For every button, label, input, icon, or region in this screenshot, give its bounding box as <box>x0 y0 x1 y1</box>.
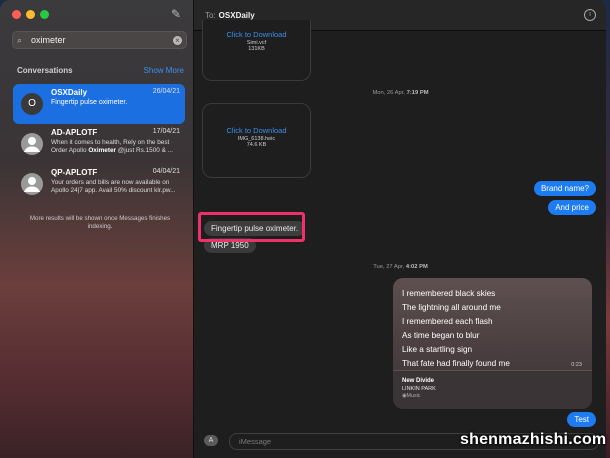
conversation-preview: Fingertip pulse oximeter. <box>51 99 128 106</box>
to-label: To: <box>205 11 216 20</box>
lyric-line: I remembered black skies <box>402 289 496 298</box>
lyric-line: I remembered each flash <box>402 317 493 326</box>
messages-window: ✎ ⌕ oximeter × Conversations Show More O… <box>0 0 606 458</box>
search-input[interactable]: oximeter <box>29 35 173 45</box>
search-icon: ⌕ <box>17 34 23 45</box>
lyric-line: That fate had finally found me <box>402 359 510 368</box>
conversation-name: QP-APLOTF <box>51 168 98 177</box>
music-card[interactable]: I remembered black skies The lightning a… <box>393 278 592 409</box>
attachment-size: 74.6 KB <box>246 142 267 148</box>
conversation-preview: When it comes to health, Rely on the bes… <box>51 139 179 155</box>
recipient-line: To: OSXDaily <box>205 11 255 20</box>
conversation-date: 04/04/21 <box>152 168 180 175</box>
person-icon <box>21 133 43 155</box>
window-controls <box>12 10 49 19</box>
timestamp-time: 7:19 PM <box>406 90 429 96</box>
attachment-vcf[interactable]: Click to Download Simi.vcf 131KB <box>202 20 311 81</box>
preview-text: @just Rs.1500 & ... <box>116 147 173 154</box>
timestamp: Tue, 27 Apr, 4:02 PM <box>194 264 606 270</box>
music-service: ◉Music <box>402 393 420 399</box>
song-title: New Divide <box>402 378 435 384</box>
lyric-line: The lightning all around me <box>402 303 501 312</box>
conversation-item-ad-aplotf[interactable]: AD-APLOTF 17/04/21 When it comes to heal… <box>13 124 185 164</box>
conversation-name: AD-APLOTF <box>51 128 98 137</box>
conversation-item-qp-aplotf[interactable]: QP-APLOTF 04/04/21 Your orders and bills… <box>13 164 185 204</box>
person-icon <box>21 173 43 195</box>
conversation-date: 26/04/21 <box>152 88 180 95</box>
info-icon[interactable]: i <box>584 9 596 21</box>
clear-search-icon[interactable]: × <box>173 35 182 45</box>
service-name: Music <box>406 393 421 399</box>
timestamp: Mon, 26 Apr, 7:19 PM <box>194 90 606 96</box>
conversations-label: Conversations <box>17 66 73 75</box>
zoom-button[interactable] <box>40 10 49 19</box>
message-sent[interactable]: Test <box>567 412 596 427</box>
avatar: O <box>21 93 43 115</box>
lyric-line: As time began to blur <box>402 331 480 340</box>
highlight-box <box>198 212 305 242</box>
message-sent[interactable]: Brand name? <box>533 181 596 196</box>
input-placeholder: iMessage <box>239 437 272 446</box>
lyrics: I remembered black skies The lightning a… <box>402 287 510 371</box>
sidebar: ✎ ⌕ oximeter × Conversations Show More O… <box>0 0 193 458</box>
timestamp-time: 4:02 PM <box>405 264 428 270</box>
attachment-size: 131KB <box>248 46 265 52</box>
indexing-hint: More results will be shown once Messages… <box>29 215 171 230</box>
minimize-button[interactable] <box>26 10 35 19</box>
lyric-line: Like a startling sign <box>402 345 473 354</box>
conversations-header: Conversations Show More <box>17 66 184 78</box>
search-match: Oximeter <box>88 147 117 154</box>
watermark: shenmazhishi.com <box>460 431 607 448</box>
close-button[interactable] <box>12 10 21 19</box>
song-artist: LINKIN PARK <box>402 386 436 392</box>
download-link[interactable]: Click to Download <box>203 30 310 39</box>
song-duration: 0:23 <box>571 362 582 368</box>
conversation-item-osxdaily[interactable]: O OSXDaily 26/04/21 Fingertip pulse oxim… <box>13 84 185 124</box>
song-meta: New Divide LINKIN PARK ◉Music <box>393 370 592 409</box>
conversation-preview: Your orders and bills are now available … <box>51 179 176 194</box>
download-link[interactable]: Click to Download <box>203 126 310 135</box>
attachment-heic[interactable]: Click to Download IMG_6138.heic 74.6 KB <box>202 103 311 178</box>
show-more-link[interactable]: Show More <box>144 66 184 75</box>
recipient-name[interactable]: OSXDaily <box>219 11 255 20</box>
message-sent[interactable]: And price <box>548 200 596 215</box>
timestamp-day: Tue, 27 Apr, <box>373 264 405 270</box>
app-store-icon[interactable]: A <box>204 435 218 446</box>
timestamp-day: Mon, 26 Apr, <box>372 90 405 96</box>
search-field[interactable]: ⌕ oximeter × <box>12 31 187 49</box>
compose-icon[interactable]: ✎ <box>171 8 183 20</box>
conversation-date: 17/04/21 <box>152 128 180 135</box>
conversation-name: OSXDaily <box>51 88 88 97</box>
